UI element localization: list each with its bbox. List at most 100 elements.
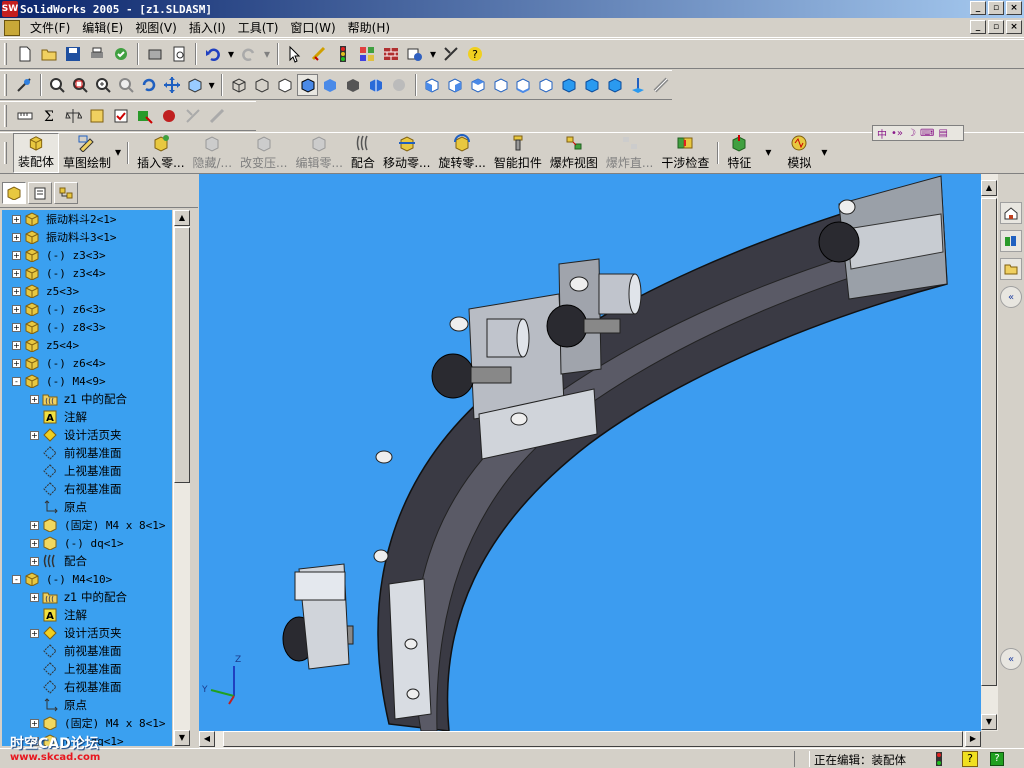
command-manager-more-button[interactable]: ▾ — [813, 133, 831, 173]
input-method-toolbar[interactable]: 中 •» ☽ ⌨ ▤ — [872, 125, 964, 141]
menu-tools[interactable]: 工具(T) — [232, 19, 285, 37]
bolt-head-3[interactable] — [510, 412, 528, 426]
expand-toggle-icon[interactable]: + — [12, 358, 21, 368]
tree-item[interactable]: + (-) dq<1> — [2, 534, 172, 552]
left-view-icon[interactable] — [467, 74, 488, 96]
edit-component-button[interactable]: 编辑零... — [291, 133, 346, 173]
viewport-horizontal-scrollbar[interactable]: ◀ ▶ — [199, 731, 981, 748]
brick-icon[interactable] — [380, 43, 402, 65]
rotate-view-icon[interactable] — [138, 74, 159, 96]
dimetric-view-icon[interactable] — [605, 74, 626, 96]
expand-toggle-icon[interactable]: + — [12, 340, 21, 350]
hide-show-button[interactable]: 隐藏/... — [189, 133, 237, 173]
quick-tips-help-icon[interactable]: ? — [962, 751, 978, 767]
measure-tool-icon[interactable] — [14, 105, 36, 127]
tree-item[interactable]: + 设计活页夹 — [2, 426, 172, 444]
hidden-lines-removed-icon[interactable] — [274, 74, 295, 96]
status-help-icon[interactable]: ? — [990, 752, 1004, 766]
check-icon[interactable] — [110, 105, 132, 127]
tree-item[interactable]: 原点 — [2, 498, 172, 516]
toolbar-grip[interactable] — [4, 74, 7, 96]
expand-toggle-icon[interactable]: + — [30, 592, 39, 602]
menu-window[interactable]: 窗口(W) — [284, 19, 341, 37]
tree-item[interactable]: 右视基准面 — [2, 678, 172, 696]
expand-toggle-icon[interactable]: + — [30, 394, 39, 404]
toolbar-grip[interactable] — [4, 43, 7, 65]
options-dropdown-icon[interactable]: ▾ — [428, 43, 438, 65]
viewport-vscroll-thumb[interactable] — [981, 198, 997, 686]
disabled-tool-1-icon[interactable] — [182, 105, 204, 127]
graphics-viewport[interactable]: Z Y — [199, 174, 981, 731]
doc-minimize-button[interactable]: _ — [970, 20, 986, 34]
toolbar-grip[interactable] — [4, 142, 7, 164]
design-library-tab[interactable] — [1000, 230, 1022, 252]
close-button[interactable]: × — [1006, 1, 1022, 15]
shaded-icon[interactable] — [320, 74, 341, 96]
trimetric-view-icon[interactable] — [582, 74, 603, 96]
feature-statistics-icon[interactable] — [158, 105, 180, 127]
tree-item[interactable]: - (-) M4<9> — [2, 372, 172, 390]
redo-icon[interactable] — [238, 43, 260, 65]
tree-item[interactable]: + (-) z6<3> — [2, 300, 172, 318]
move-component-button[interactable]: 移动零... — [379, 133, 434, 173]
undo-icon[interactable] — [202, 43, 224, 65]
bolt-head-2[interactable] — [569, 276, 589, 292]
threaded-rod-2[interactable] — [583, 318, 621, 334]
expand-toggle-icon[interactable]: + — [12, 214, 21, 224]
viewport-hscroll-thumb[interactable] — [223, 731, 963, 747]
task-pane-collapse-button[interactable]: « — [1000, 286, 1022, 308]
interference-detection-button[interactable]: 干涉检查 — [657, 133, 713, 173]
wireframe-icon[interactable] — [228, 74, 249, 96]
section-properties-icon[interactable] — [86, 105, 108, 127]
menu-help[interactable]: 帮助(H) — [342, 19, 396, 37]
tree-item[interactable]: + 振动料斗3<1> — [2, 228, 172, 246]
ime-keyboard-icon[interactable]: ⌨ — [920, 128, 934, 139]
ime-moon-icon[interactable]: ☽ — [907, 128, 916, 139]
tree-item[interactable]: + z5<3> — [2, 282, 172, 300]
tree-item[interactable]: + (固定) M4 x 8<1> — [2, 714, 172, 732]
bolt-head-4[interactable] — [375, 450, 393, 464]
expand-toggle-icon[interactable]: + — [12, 304, 21, 314]
print-icon[interactable] — [86, 43, 108, 65]
viewport-vertical-scrollbar[interactable]: ▲ ▼ — [981, 174, 998, 731]
menu-file[interactable]: 文件(F) — [24, 19, 76, 37]
bolt-head-6[interactable] — [838, 199, 856, 215]
knurled-knob-3[interactable] — [818, 221, 860, 263]
explode-line-sketch-button[interactable]: 爆炸直... — [602, 133, 657, 173]
task-pane-expand-button[interactable]: « — [1000, 648, 1022, 670]
whats-wrong-icon[interactable] — [440, 43, 462, 65]
bolt-head-5[interactable] — [373, 549, 389, 563]
sketch-dropdown-button[interactable]: ▾ — [113, 133, 123, 173]
tree-item[interactable]: + z5<4> — [2, 336, 172, 354]
menu-view[interactable]: 视图(V) — [129, 19, 183, 37]
expand-toggle-icon[interactable]: + — [12, 322, 21, 332]
expand-toggle-icon[interactable]: + — [30, 430, 39, 440]
tree-item[interactable]: + 配合 — [2, 552, 172, 570]
toolbar-grip[interactable] — [4, 105, 7, 127]
menu-edit[interactable]: 编辑(E) — [76, 19, 129, 37]
property-manager-tab[interactable] — [28, 181, 52, 204]
new-file-icon[interactable] — [14, 43, 36, 65]
tree-item[interactable]: + 设计活页夹 — [2, 624, 172, 642]
tree-item[interactable]: 上视基准面 — [2, 660, 172, 678]
simulation-tab-button[interactable]: 模拟 — [783, 133, 813, 173]
configuration-manager-tab[interactable] — [54, 181, 78, 204]
sum-icon[interactable]: Σ — [38, 105, 60, 127]
pan-icon[interactable] — [161, 74, 182, 96]
doc-close-button[interactable]: × — [1006, 20, 1022, 34]
tree-item[interactable]: + (-) z6<4> — [2, 354, 172, 372]
tree-item[interactable]: + z1 中的配合 — [2, 390, 172, 408]
shaded-with-edges-icon[interactable] — [297, 74, 319, 96]
mate-button[interactable]: 配合 — [347, 133, 379, 173]
expand-toggle-icon[interactable]: + — [30, 628, 39, 638]
help-icon[interactable]: ? — [464, 43, 486, 65]
expand-toggle-icon[interactable]: + — [30, 538, 39, 548]
insert-component-button[interactable]: 插入零... — [133, 133, 188, 173]
tree-item[interactable]: + z1 中的配合 — [2, 588, 172, 606]
import-diagnostics-icon[interactable] — [134, 105, 156, 127]
viewport-scroll-down-button[interactable]: ▼ — [981, 714, 997, 730]
tree-scroll-up-button[interactable]: ▲ — [174, 210, 190, 226]
zoom-in-out-icon[interactable] — [93, 74, 114, 96]
file-explorer-tab[interactable] — [1000, 258, 1022, 280]
tree-item[interactable]: A 注解 — [2, 408, 172, 426]
